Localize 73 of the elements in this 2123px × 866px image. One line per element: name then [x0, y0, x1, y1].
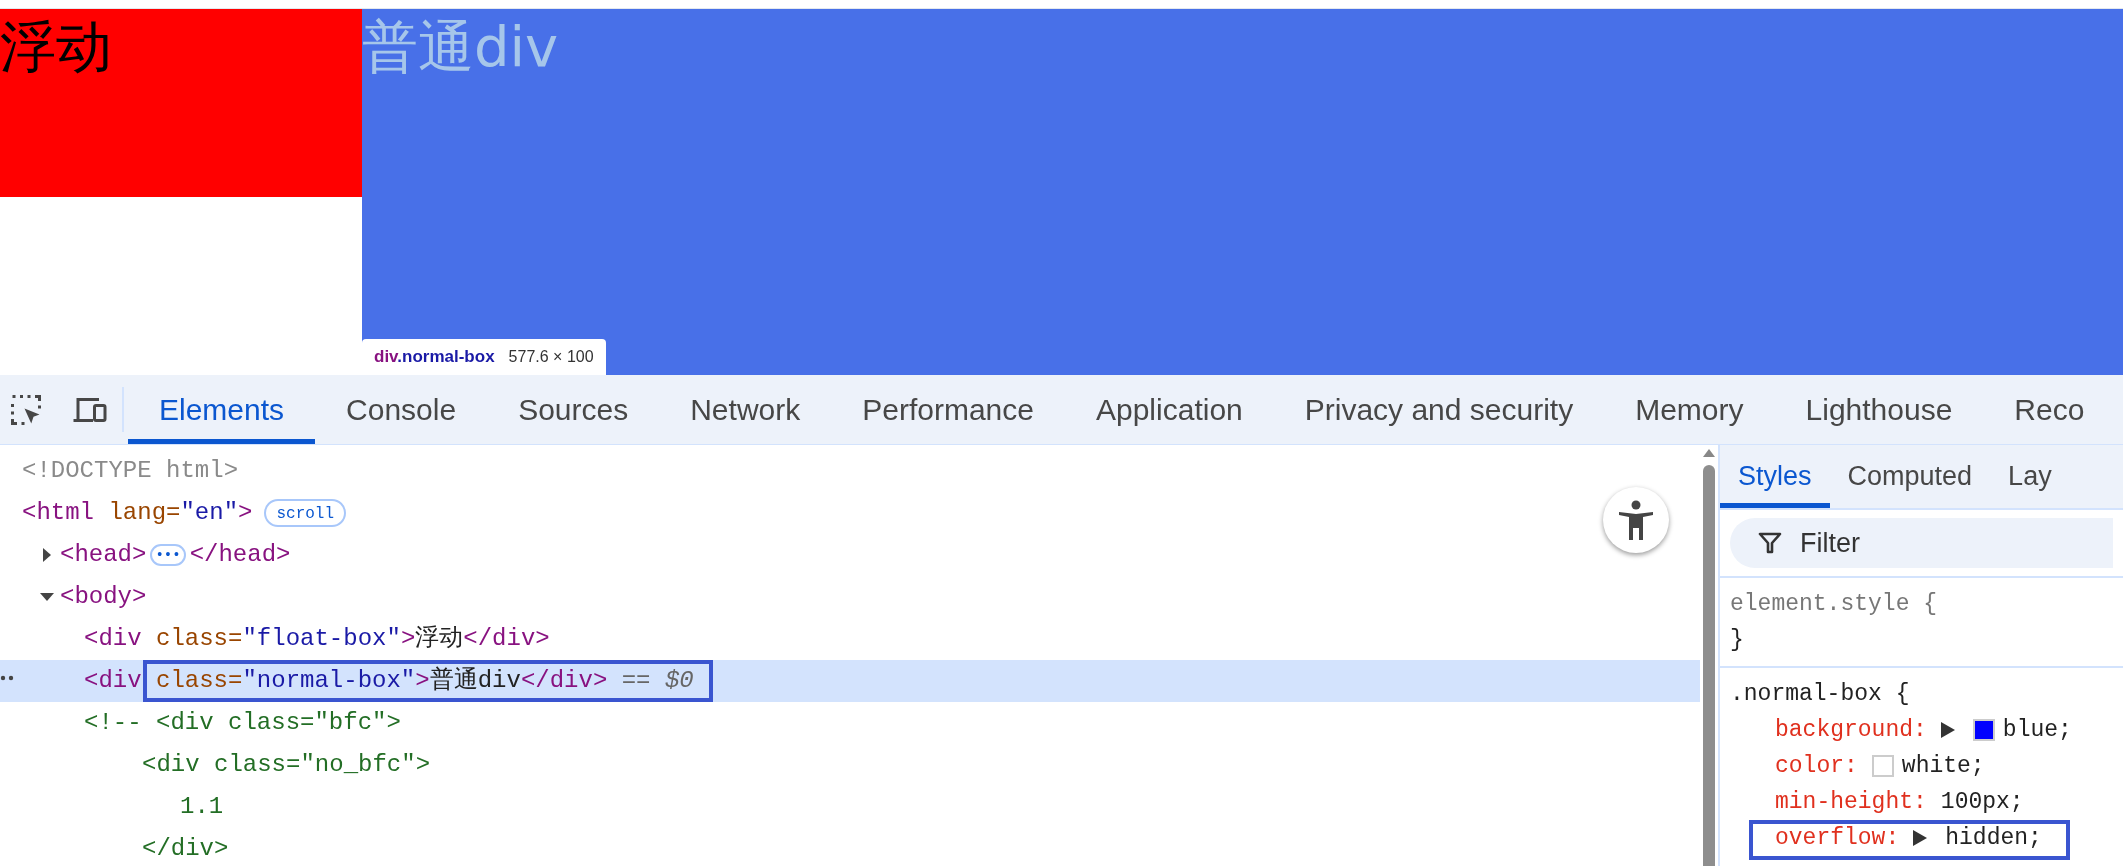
color-swatch[interactable]	[1871, 755, 1894, 777]
dom-node-row[interactable]: <div class="float-box">浮动</div>	[0, 618, 1700, 660]
tag-text: <div	[84, 624, 142, 654]
dom-node-row[interactable]: <body>	[0, 576, 1700, 618]
tag-text: >	[400, 624, 416, 654]
element-selector: div.normal-box	[374, 346, 495, 369]
panel-tab[interactable]: Sources	[487, 375, 660, 444]
dom-node-row[interactable]: <!-- <div class="bfc">	[0, 702, 1700, 744]
float-box: 浮动	[0, 9, 362, 197]
panel-tab[interactable]: Memory	[1604, 375, 1775, 444]
expand-arrow-icon[interactable]	[1940, 722, 1955, 738]
filter-icon	[1758, 531, 1782, 555]
selected-reference: == $0	[620, 666, 694, 696]
rule-close-brace: }	[1730, 627, 1744, 653]
attribute-value: "float-box"	[242, 624, 401, 654]
tag-text: <html	[22, 498, 94, 528]
comment-text: <div class="no_bfc">	[142, 750, 431, 780]
property-value: 100px;	[1940, 787, 2024, 817]
person-figure-icon	[1617, 500, 1655, 540]
property-name: min-height:	[1775, 787, 1927, 817]
comment-text: <!-- <div class="bfc">	[84, 708, 401, 738]
dom-node-row[interactable]: <div class="no_bfc">	[0, 744, 1700, 786]
attribute-name: class=	[155, 666, 243, 696]
comment-text: 1.1	[180, 792, 224, 822]
tag-text: <div	[84, 666, 142, 696]
doctype-text: <!DOCTYPE html>	[22, 456, 239, 486]
property-name: color:	[1775, 751, 1858, 781]
scroll-up-icon[interactable]	[1703, 449, 1715, 457]
node-text: 浮动	[415, 624, 464, 654]
accessibility-button[interactable]	[1603, 487, 1669, 553]
panel-tab[interactable]: Privacy and security	[1273, 375, 1605, 444]
panel-tab[interactable]: Performance	[831, 375, 1065, 444]
panel-tab[interactable]: Reco	[1983, 375, 2116, 444]
property-value: blue;	[2002, 715, 2072, 745]
element-size: 577.6 × 100	[508, 347, 594, 367]
comment-text: </div>	[142, 834, 229, 864]
expand-arrow-icon[interactable]	[1913, 830, 1928, 846]
attribute-value: "normal-box"	[242, 666, 416, 696]
property-value: white;	[1901, 751, 1985, 781]
dom-node-row[interactable]: <html lang="en"> scroll	[0, 492, 1700, 534]
dom-node-row[interactable]: <head> ••• </head>	[0, 534, 1700, 576]
tag-text: >	[238, 498, 253, 528]
attribute-name: class=	[155, 624, 243, 654]
property-name: background:	[1775, 715, 1927, 745]
panel-tab[interactable]: Application	[1065, 375, 1274, 444]
rule-selector: element.style {	[1730, 591, 1938, 617]
expand-badge[interactable]: •••	[150, 544, 186, 566]
panel-tab[interactable]: Network	[659, 375, 832, 444]
dom-node-row[interactable]: <div class="normal-box">普通div</div> == $0	[0, 660, 1700, 702]
panel-tab[interactable]: Console	[315, 375, 488, 444]
property-value: hidden;	[1945, 823, 2042, 853]
panel-tab[interactable]: Lighthouse	[1774, 375, 1984, 444]
tag-text: </head>	[189, 540, 291, 570]
panel-tab[interactable]: Elements	[128, 375, 316, 444]
sidebar-tab[interactable]: Lay	[1990, 445, 2070, 508]
tag-text: <head>	[60, 540, 147, 570]
rule-selector: .normal-box {	[1730, 681, 1910, 707]
sidebar-tab[interactable]: Computed	[1829, 445, 1991, 508]
property-name: overflow:	[1775, 823, 1900, 853]
node-text: 普通div	[429, 665, 521, 696]
tag-text: <body>	[60, 582, 147, 612]
color-swatch[interactable]	[1972, 719, 1995, 741]
filter-field[interactable]: Filter	[1730, 518, 2113, 568]
tag-text: >	[415, 667, 430, 696]
tag-text: </div>	[463, 624, 550, 654]
attribute-value: "en"	[180, 498, 239, 528]
dom-node-row[interactable]: 1.1	[0, 786, 1700, 828]
scroll-badge[interactable]: scroll	[264, 499, 347, 527]
sidebar-tab[interactable]: Styles	[1720, 445, 1830, 508]
dom-node-row[interactable]: </div>	[0, 828, 1700, 866]
attribute-name: lang=	[107, 498, 181, 528]
scrollbar-thumb[interactable]	[1703, 465, 1715, 866]
tag-text: </div>	[520, 666, 608, 696]
